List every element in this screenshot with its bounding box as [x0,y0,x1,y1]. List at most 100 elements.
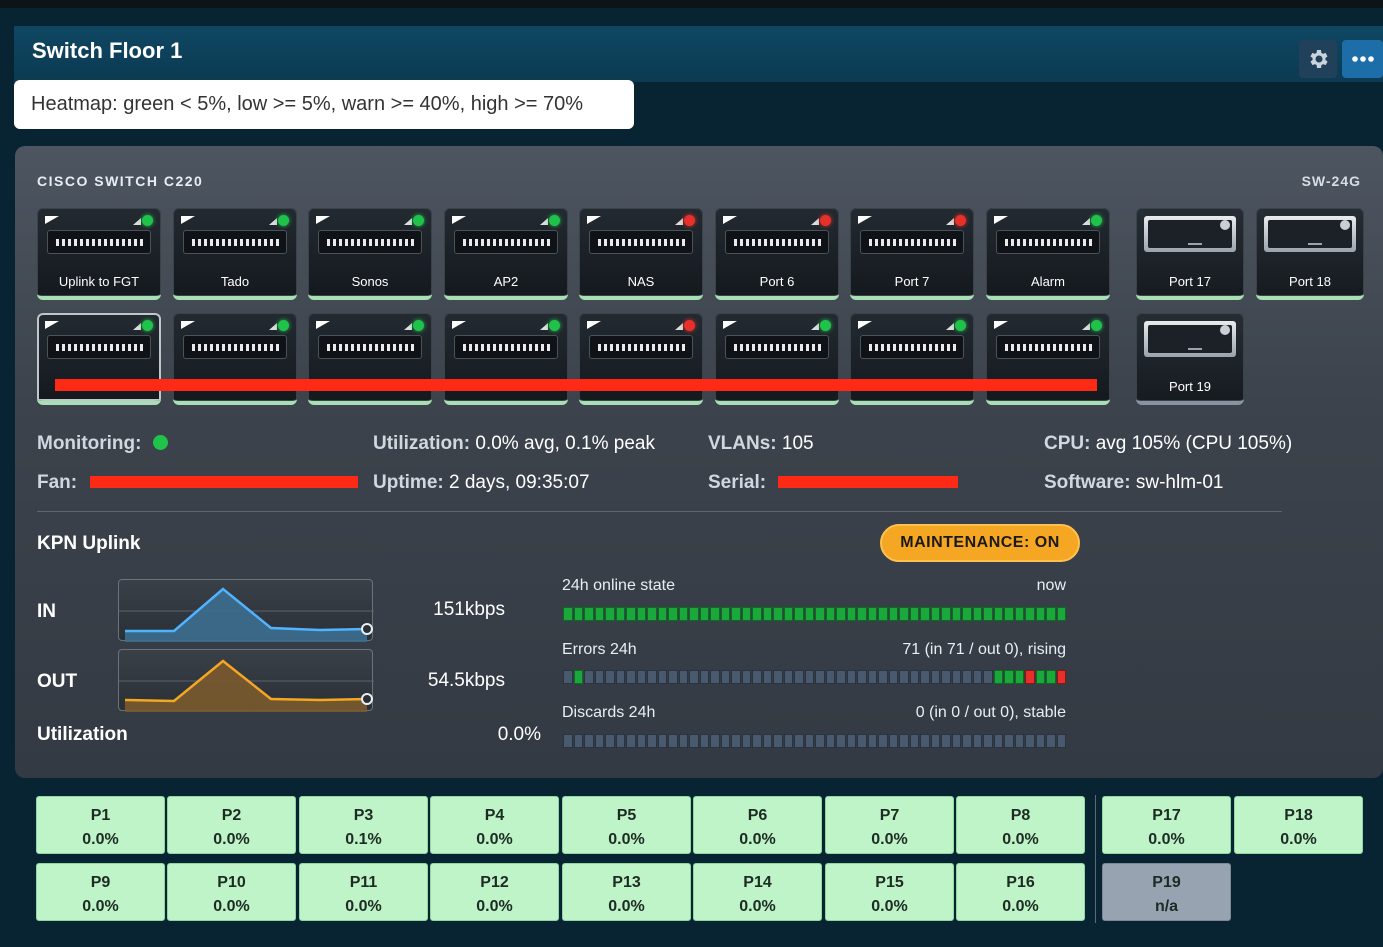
heatmap-port-label: P14 [743,874,772,891]
serial-info: Serial: [708,472,766,494]
heatmap-port-value: 0.0% [739,898,776,915]
more-button[interactable] [1342,40,1383,78]
bar-segment [762,734,772,748]
heatmap-tile-p2[interactable]: P2 0.0% [167,796,296,854]
switch-port-13[interactable] [579,313,703,405]
heatmap-tile-p18[interactable]: P18 0.0% [1234,796,1363,854]
bar-segment [1056,734,1066,748]
switch-port-2[interactable]: Tado [173,208,297,300]
port-label: Uplink to FGT [58,274,140,289]
bar-segment [1014,607,1024,621]
heatmap-tile-p10[interactable]: P10 0.0% [167,863,296,921]
switch-port-10[interactable] [173,313,297,405]
heatmap-tile-p8[interactable]: P8 0.0% [956,796,1085,854]
settings-button[interactable] [1299,40,1337,78]
bar-segment [794,670,804,684]
port-label: Port 7 [894,274,930,289]
switch-port-11[interactable] [308,313,432,405]
heatmap-tile-p4[interactable]: P4 0.0% [430,796,559,854]
heatmap-tile-p13[interactable]: P13 0.0% [562,863,691,921]
bar-segment [741,734,751,748]
bar-segment [573,607,583,621]
heatmap-tile-p6[interactable]: P6 0.0% [693,796,822,854]
sfp-port-19[interactable]: Port 19 [1136,313,1244,405]
heatmap-tile-p15[interactable]: P15 0.0% [825,863,954,921]
heatmap-port-label: P19 [1152,874,1181,891]
monitoring-status-dot [152,435,168,450]
rj45-jack-icon [860,230,964,254]
fan-info: Fan: [37,472,77,494]
switch-port-9[interactable] [37,313,161,405]
bar-segment [920,670,930,684]
bar-segment [846,607,856,621]
port-indicator-icon [540,218,548,225]
rj45-jack-icon [860,335,964,359]
heatmap-port-value: 0.0% [1148,831,1185,848]
heatmap-tile-p1[interactable]: P1 0.0% [36,796,165,854]
bar-segment [1004,607,1014,621]
bar-segment [752,670,762,684]
bar-segment [636,670,646,684]
heatmap-port-value: n/a [1154,898,1179,915]
bar-segment [678,734,688,748]
switch-port-16[interactable] [986,313,1110,405]
bar-segment [888,607,898,621]
sfp-port-18[interactable]: Port 18 [1256,208,1364,300]
heatmap-tile-p3[interactable]: P3 0.1% [299,796,428,854]
heatmap-port-label: P7 [879,807,900,824]
bar-segment [678,670,688,684]
bar-segment [647,734,657,748]
port-marker-icon [587,321,601,329]
heatmap-tile-p9[interactable]: P9 0.0% [36,863,165,921]
heatmap-port-label: P12 [480,874,509,891]
vlans-label: VLANs: [708,433,777,454]
heatmap-port-value: 0.0% [871,898,908,915]
heatmap-tile-p7[interactable]: P7 0.0% [825,796,954,854]
discards-right: 0 (in 0 / out 0), stable [915,704,1066,721]
heatmap-port-value: 0.0% [739,831,776,848]
switch-port-3[interactable]: Sonos [308,208,432,300]
bar-segment [1056,607,1066,621]
sfp-port-17[interactable]: Port 17 [1136,208,1244,300]
port-status-led [549,215,560,226]
heatmap-tile-p12[interactable]: P12 0.0% [430,863,559,921]
bar-segment [594,670,604,684]
divider [37,511,1282,512]
software-label: Software: [1044,472,1131,493]
sfp-cage-icon [1144,321,1236,357]
bar-segment [1014,734,1024,748]
heatmap-tile-p14[interactable]: P14 0.0% [693,863,822,921]
heatmap-port-value: 0.0% [1280,831,1317,848]
bar-segment [962,607,972,621]
switch-port-4[interactable]: AP2 [444,208,568,300]
bar-segment [993,734,1003,748]
bar-segment [867,607,877,621]
bar-segment [783,607,793,621]
port-label: Port 6 [759,274,795,289]
switch-port-12[interactable] [444,313,568,405]
heatmap-tile-p11[interactable]: P11 0.0% [299,863,428,921]
switch-port-15[interactable] [850,313,974,405]
switch-port-5[interactable]: NAS [579,208,703,300]
heatmap-tile-p19[interactable]: P19 n/a [1102,863,1231,921]
heatmap-tile-p17[interactable]: P17 0.0% [1102,796,1231,854]
bar-segment [720,670,730,684]
switch-port-8[interactable]: Alarm [986,208,1110,300]
switch-port-7[interactable]: Port 7 [850,208,974,300]
bar-segment [804,607,814,621]
rj45-jack-icon [318,335,422,359]
maintenance-badge[interactable]: MAINTENANCE: ON [880,524,1080,562]
switch-port-1[interactable]: Uplink to FGT [37,208,161,300]
bar-segment [1014,670,1024,684]
switch-port-14[interactable] [715,313,839,405]
heatmap-tile-p16[interactable]: P16 0.0% [956,863,1085,921]
heatmap-tile-p5[interactable]: P5 0.0% [562,796,691,854]
uptime-value: 2 days, 09:35:07 [449,472,590,493]
port-status-led [278,215,289,226]
port-label: Tado [220,274,250,289]
heatmap-port-label: P10 [217,874,246,891]
switch-port-6[interactable]: Port 6 [715,208,839,300]
rj45-jack-icon [725,335,829,359]
bar-segment [941,607,951,621]
bar-segment [899,607,909,621]
